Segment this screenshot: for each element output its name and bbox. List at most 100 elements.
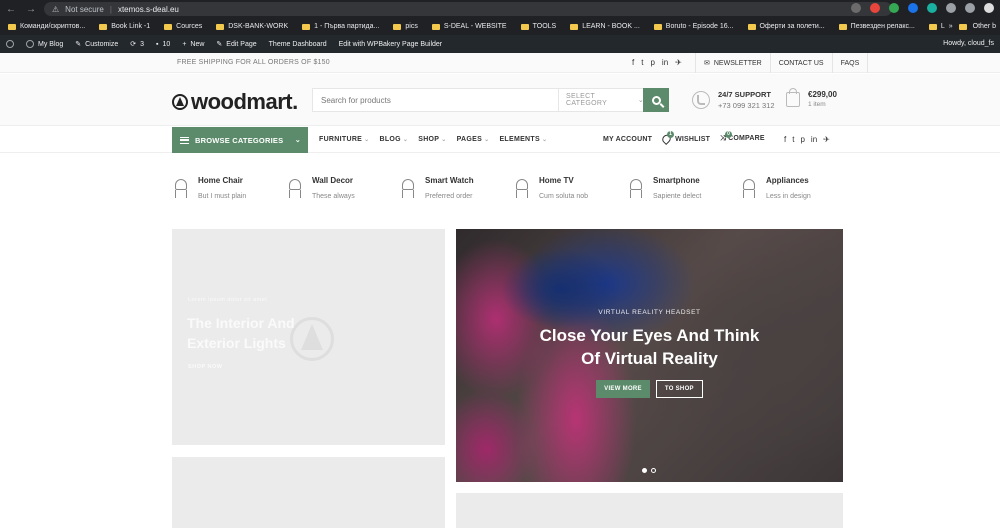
search-input[interactable]: Search for products [321, 96, 391, 105]
extension-icon[interactable] [908, 3, 918, 13]
telegram-icon[interactable]: ✈ [675, 58, 682, 67]
facebook-icon[interactable]: f [632, 58, 634, 67]
pinterest-icon[interactable]: p [650, 58, 654, 67]
category-item[interactable]: Wall Decor These always [288, 176, 355, 200]
bookmark-item[interactable]: pics [385, 23, 423, 30]
pinterest-icon[interactable]: p [800, 135, 804, 144]
search-button[interactable] [643, 88, 669, 112]
linkedin-icon[interactable]: in [811, 135, 817, 144]
bookmark-label: LEARN - BOOK ... [582, 23, 640, 30]
bookmarks-bar: Команди/скриптов... Book Link -1 Cources DS… [0, 18, 1000, 35]
address-bar[interactable]: ⚠ Not secure | xtemos.s-deal.eu [44, 2, 892, 16]
twitter-icon[interactable]: t [792, 135, 794, 144]
category-item[interactable]: Home Chair But I must plain [174, 176, 246, 200]
bookmark-item[interactable]: Оферти за полети... [740, 23, 831, 30]
admin-howdy[interactable]: Howdy, cloud_fs [943, 40, 994, 47]
support-phone: +73 099 321 312 [718, 101, 775, 110]
extension-icon[interactable] [946, 3, 956, 13]
admin-edit-page[interactable]: ✎ Edit Page [210, 40, 262, 49]
extension-icon[interactable] [889, 3, 899, 13]
menu-item-label: FURNITURE [319, 136, 363, 143]
chevron-down-icon: ⌄ [364, 137, 370, 143]
bookmark-item[interactable]: S-DEAL - WEBSITE [424, 23, 513, 30]
twitter-icon[interactable]: t [641, 58, 643, 67]
newsletter-link[interactable]: ✉ NEWSLETTER [695, 53, 770, 73]
bookmark-item[interactable]: DSK-BANK-WORK [208, 23, 294, 30]
chair-icon [401, 179, 415, 199]
newsletter-label: NEWSLETTER [713, 59, 762, 67]
wp-logo-icon[interactable] [0, 40, 20, 48]
extension-icon[interactable] [851, 3, 861, 13]
contact-us-link[interactable]: CONTACT US [769, 53, 832, 73]
linkedin-icon[interactable]: in [662, 58, 668, 67]
shopping-bag-icon [786, 88, 800, 107]
to-shop-button[interactable]: TO SHOP [655, 380, 703, 398]
admin-theme-dashboard[interactable]: Theme Dashboard [263, 41, 333, 48]
admin-updates[interactable]: ⟳ 3 [124, 40, 150, 49]
menu-item-shop[interactable]: SHOP ⌄ [418, 136, 446, 143]
slide-dot[interactable] [651, 468, 656, 473]
bookmark-item[interactable]: 1 - Първа партида... [294, 23, 385, 30]
category-item[interactable]: Appliances Less in design [742, 176, 811, 200]
promo-banner-lights[interactable]: Lorem ipsum dolor sit amet The Interior … [172, 229, 445, 445]
extension-icon[interactable] [870, 3, 880, 13]
menu-item-elements[interactable]: ELEMENTS ⌄ [499, 136, 547, 143]
chair-icon [288, 179, 302, 199]
extension-icons [851, 3, 994, 13]
menu-item-furniture[interactable]: FURNITURE ⌄ [319, 136, 369, 143]
view-more-button[interactable]: VIEW MORE [596, 380, 650, 398]
bookmark-item[interactable]: LEARN - BOOK ... [562, 23, 646, 30]
bookmark-item[interactable]: Cources [156, 23, 208, 30]
menu-item-pages[interactable]: PAGES ⌄ [457, 136, 490, 143]
folder-icon [164, 23, 173, 30]
browse-categories-button[interactable]: BROWSE CATEGORIES ⌄ [172, 127, 308, 153]
folder-icon [838, 23, 847, 30]
profile-icon[interactable] [984, 3, 994, 13]
phone-icon [692, 91, 710, 109]
category-item[interactable]: Smart Watch Preferred order [401, 176, 474, 200]
category-subtitle: Preferred order [425, 193, 473, 200]
count-badge: 1 [667, 131, 675, 138]
slide-dot[interactable] [642, 468, 647, 473]
bookmark-label: Cources [176, 23, 203, 30]
compare-link[interactable]: ⤨ COMPARE 0 [720, 131, 765, 143]
other-bookmarks[interactable]: » Other b [944, 18, 1000, 35]
admin-customize[interactable]: ✎ Customize [69, 40, 124, 49]
bookmark-item[interactable]: Команди/скриптов... [0, 23, 91, 30]
faqs-link[interactable]: FAQS [831, 53, 869, 73]
top-info-bar: FREE SHIPPING FOR ALL ORDERS OF $150 f t… [0, 53, 1000, 73]
bookmark-item[interactable]: Book Link -1 [91, 23, 156, 30]
admin-my-blog[interactable]: My Blog [20, 40, 69, 48]
category-item[interactable]: Smartphone Sapiente delect [629, 176, 701, 200]
telegram-icon[interactable]: ✈ [823, 135, 830, 144]
my-account-link[interactable]: MY ACCOUNT [603, 136, 652, 143]
category-item[interactable]: Home TV Cum soluta nob [515, 176, 588, 200]
cart-widget[interactable]: €299,00 1 item [786, 88, 837, 108]
back-icon[interactable]: ← [6, 4, 16, 15]
bookmark-item[interactable]: TOOLS [513, 23, 563, 30]
admin-comments[interactable]: ▪ 10 [150, 41, 176, 48]
cart-item-count: 1 item [808, 101, 826, 108]
chair-icon [515, 179, 529, 199]
folder-icon [99, 23, 108, 30]
facebook-icon[interactable]: f [784, 135, 786, 144]
site-logo[interactable]: woodmart. [172, 89, 298, 115]
primary-menu: FURNITURE ⌄ BLOG ⌄ SHOP ⌄ PAGES ⌄ ELEMENTS ⌄ [319, 136, 547, 143]
banner-small-text: Lorem ipsum dolor sit amet [188, 297, 268, 303]
bookmark-item[interactable]: Boruto - Episode 16... [646, 23, 740, 30]
menu-item-label: BLOG [379, 136, 401, 143]
menu-item-blog[interactable]: BLOG ⌄ [379, 136, 408, 143]
admin-comments-count: 10 [162, 40, 171, 48]
category-name: Wall Decor [312, 176, 354, 185]
forward-icon[interactable]: → [26, 4, 36, 15]
admin-wpbakery-label: Edit with WPBakery Page Builder [338, 40, 443, 48]
admin-wpbakery[interactable]: Edit with WPBakery Page Builder [333, 41, 449, 48]
category-select[interactable]: SELECT CATEGORY ⌄ [558, 89, 644, 111]
chevron-down-icon: ⌄ [402, 137, 409, 143]
wishlist-link[interactable]: WISHLIST 1 [660, 131, 710, 146]
banner-shop-button[interactable]: SHOP NOW [188, 364, 222, 370]
admin-new[interactable]: + New [176, 41, 210, 48]
extension-icon[interactable] [927, 3, 937, 13]
bookmark-item[interactable]: Пезвезден релакс... [831, 23, 921, 30]
puzzle-icon[interactable] [965, 3, 975, 13]
